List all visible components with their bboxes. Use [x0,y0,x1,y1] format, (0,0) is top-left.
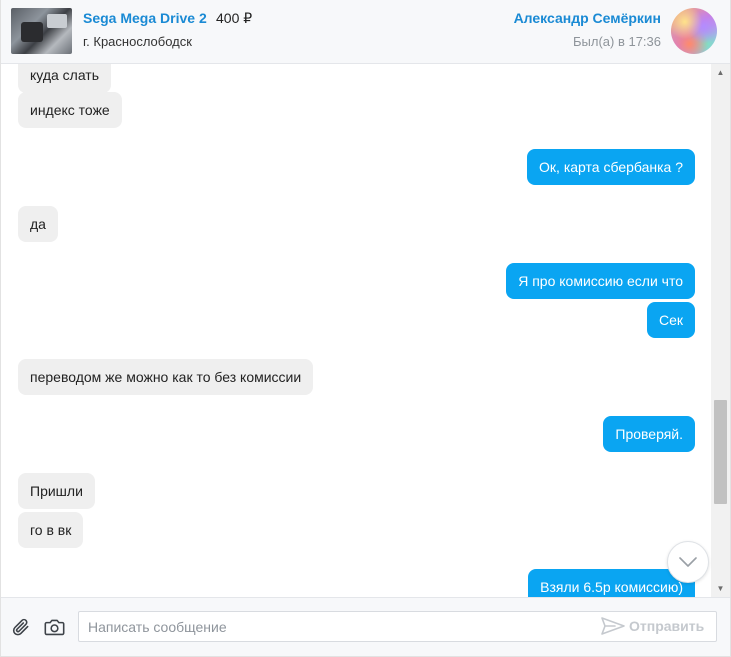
message-incoming: куда слать [18,64,112,93]
message-outgoing: Ок, карта сбербанка ? [527,149,695,185]
item-price: 400 ₽ [216,10,253,26]
attach-photo-button[interactable] [43,616,65,638]
user-name-link[interactable]: Александр Семёркин [514,10,661,26]
paper-plane-icon [601,617,625,635]
user-last-seen: Был(а) в 17:36 [572,34,661,49]
item-thumbnail[interactable] [11,8,72,54]
send-button[interactable]: Отправить [601,615,704,637]
send-button-label: Отправить [629,618,705,634]
user-avatar[interactable] [671,8,717,54]
attach-file-button[interactable] [10,616,32,638]
paperclip-icon [12,618,29,636]
message-composer: Отправить [1,597,730,656]
scroll-to-bottom-button[interactable] [667,541,709,583]
message-list: куда слать индекс тоже Ок, карта сбербан… [1,64,711,597]
message-incoming: го в вк [18,512,84,548]
scrollbar-thumb[interactable] [714,400,727,504]
message-outgoing: Я про комиссию если что [506,263,695,299]
camera-icon [44,619,64,636]
message-incoming: переводом же можно как то без комиссии [18,359,314,395]
chat-header: Sega Mega Drive 2 400 ₽ г. Краснослободс… [1,0,730,64]
scroll-down-arrow-icon[interactable]: ▼ [711,580,730,597]
message-incoming: Пришли [18,473,95,509]
message-incoming: индекс тоже [18,92,122,128]
chat-window: Sega Mega Drive 2 400 ₽ г. Краснослободс… [0,0,731,657]
message-outgoing: Проверяй. [603,416,695,452]
item-title-link[interactable]: Sega Mega Drive 2 [83,10,207,26]
message-outgoing: Сек [646,302,695,338]
message-incoming: да [18,206,58,242]
message-scrollbar[interactable]: ▲ ▼ [711,64,730,597]
chevron-down-icon [679,557,697,567]
scroll-up-arrow-icon[interactable]: ▲ [711,64,730,81]
item-city: г. Краснослободск [83,34,192,49]
